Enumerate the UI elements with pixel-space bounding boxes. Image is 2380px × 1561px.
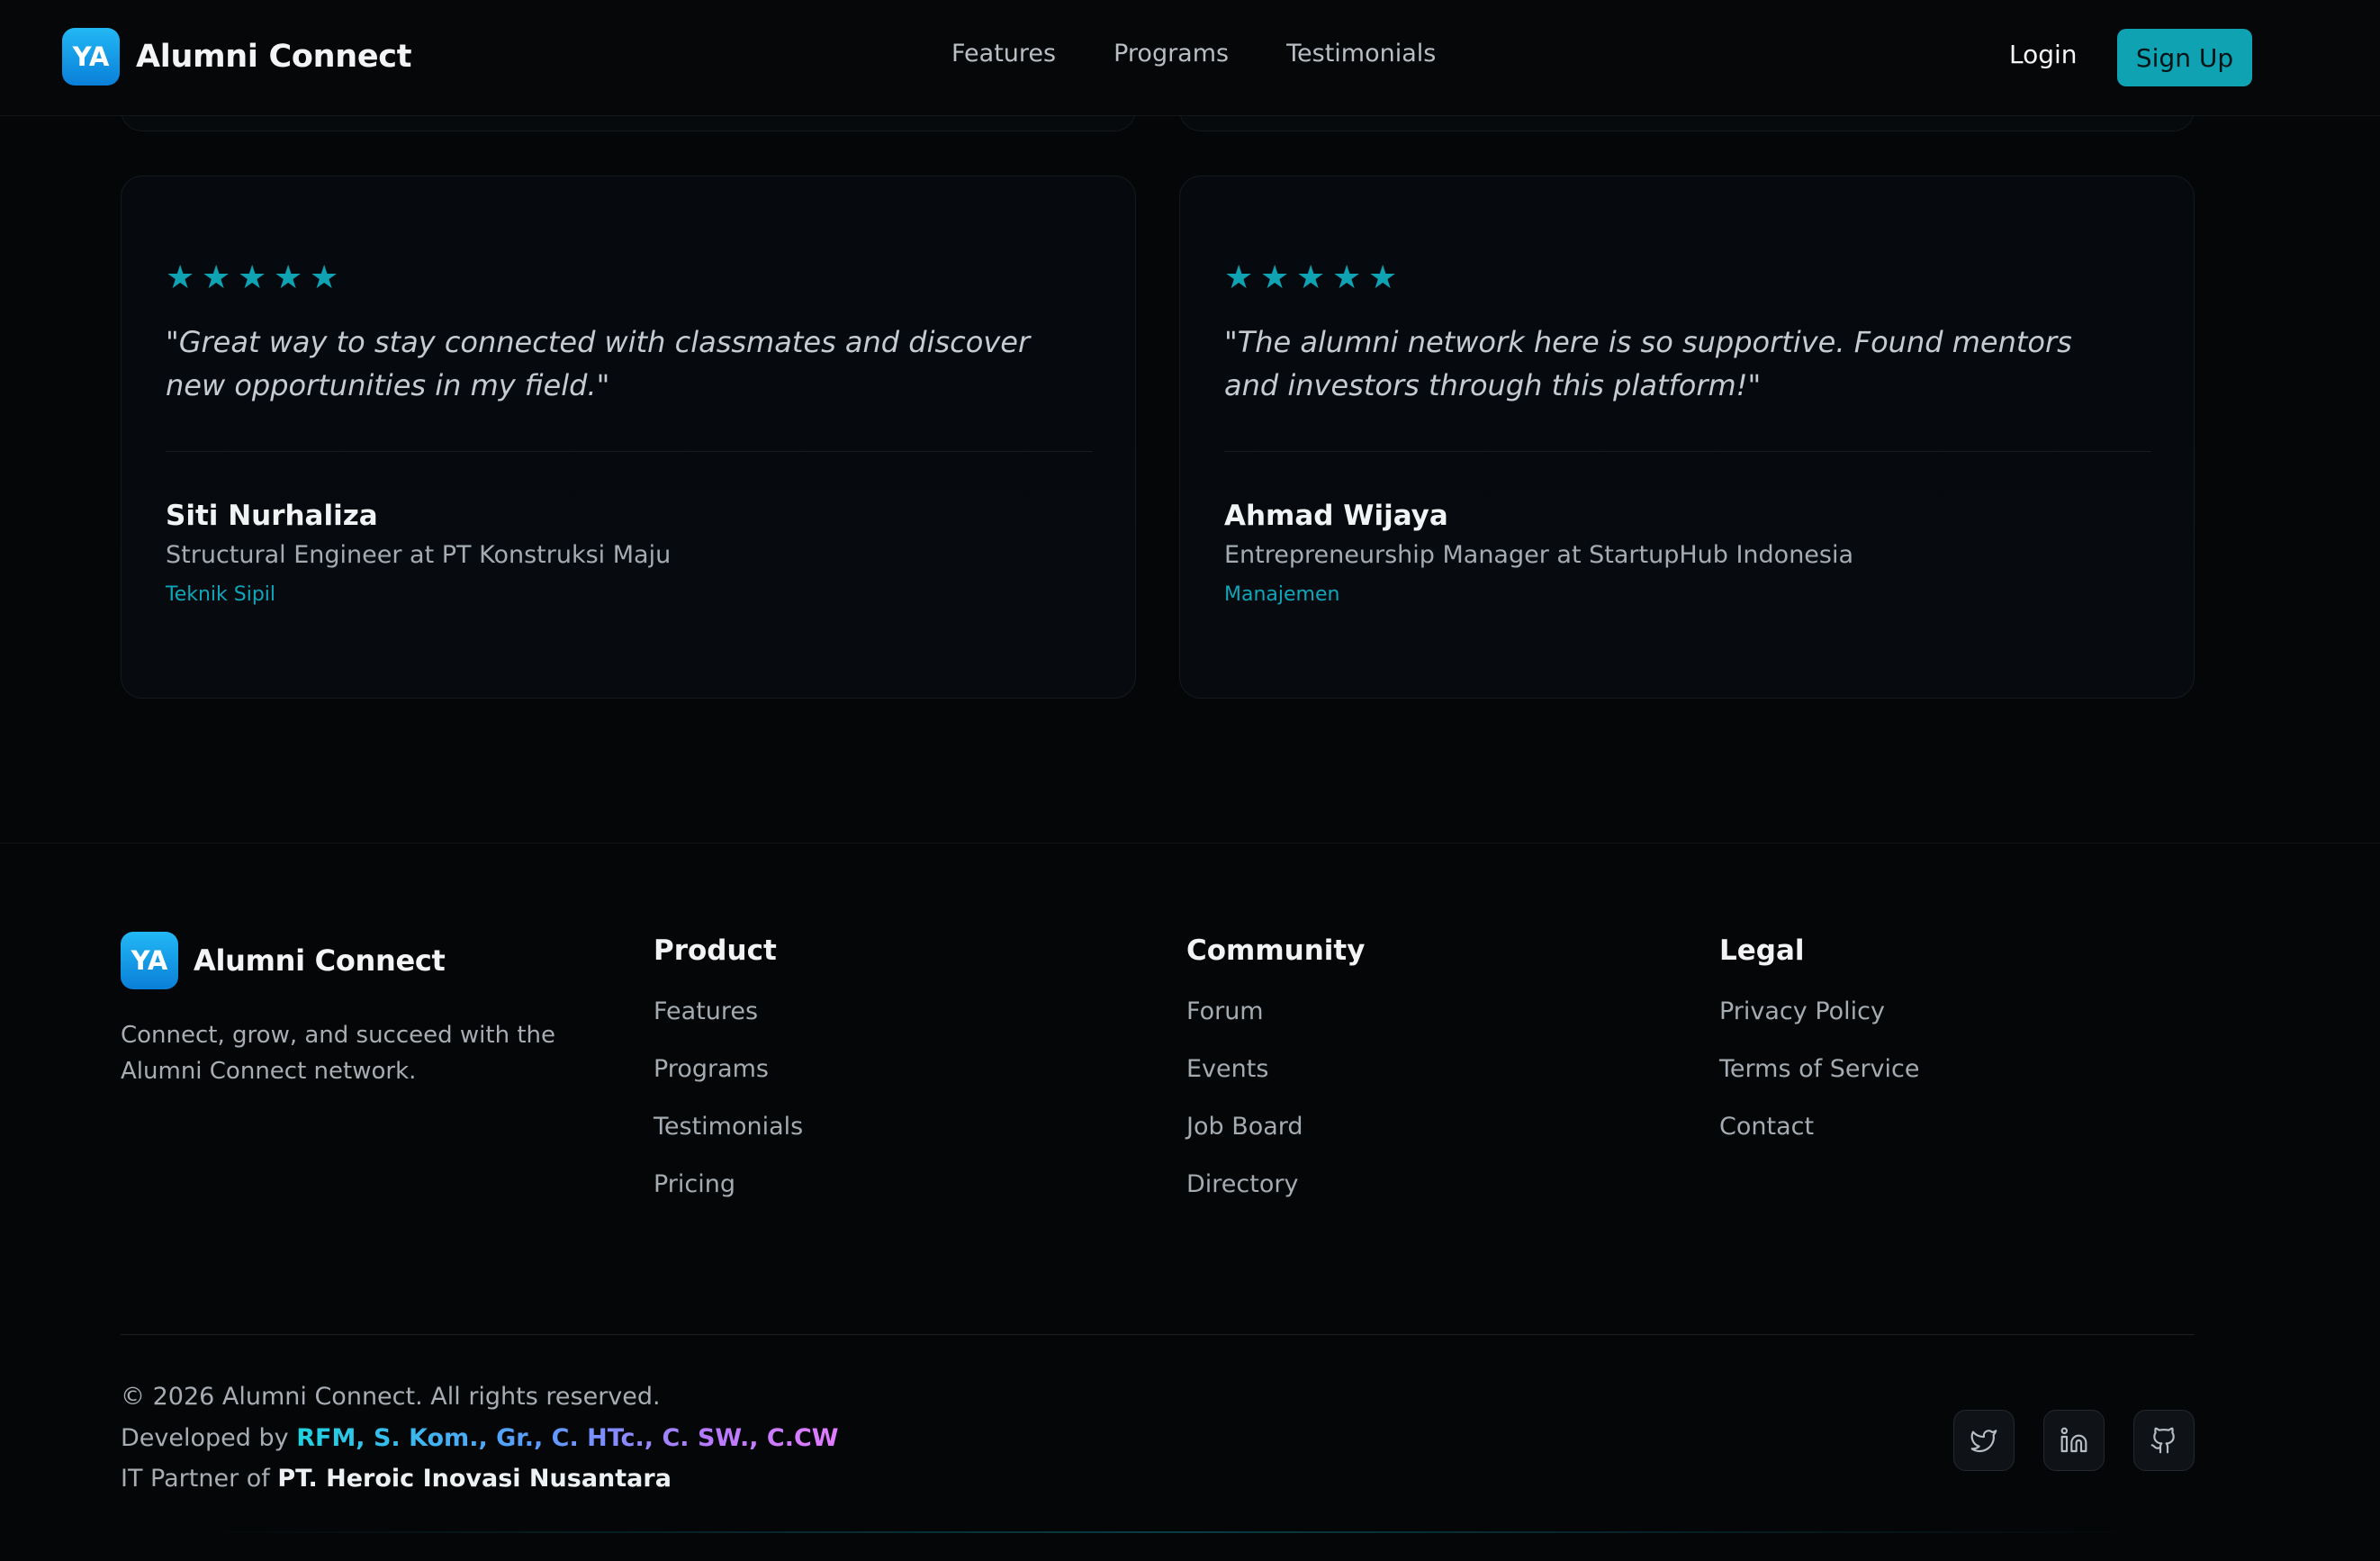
developed-by-prefix: Developed by xyxy=(121,1424,289,1452)
footer-link-forum[interactable]: Forum xyxy=(1186,997,1365,1055)
star-icon: ★ xyxy=(1224,259,1254,296)
footer-link-job-board[interactable]: Job Board xyxy=(1186,1113,1365,1170)
testimonial-quote: "Great way to stay connected with classm… xyxy=(166,325,1031,402)
it-partner-text: IT Partner of PT. Heroic Inovasi Nusanta… xyxy=(121,1465,672,1493)
footer-link-privacy-policy[interactable]: Privacy Policy xyxy=(1719,997,1920,1055)
brand-name: Alumni Connect xyxy=(136,39,412,75)
footer-tagline: Connect, grow, and succeed with the Alum… xyxy=(121,1022,556,1085)
linkedin-icon xyxy=(2060,1427,2087,1453)
footer-link-contact[interactable]: Contact xyxy=(1719,1113,1920,1170)
logo-badge: YA xyxy=(62,28,120,86)
signup-button[interactable]: Sign Up xyxy=(2117,29,2252,86)
testimonial-author-department: Teknik Sipil xyxy=(166,583,276,606)
linkedin-button[interactable] xyxy=(2043,1410,2105,1471)
footer-link-events[interactable]: Events xyxy=(1186,1055,1365,1113)
footer-brand-name: Alumni Connect xyxy=(194,943,446,978)
testimonial-author-name: Siti Nurhaliza xyxy=(166,500,378,532)
star-icon: ★ xyxy=(166,259,195,296)
star-icon: ★ xyxy=(1368,259,1398,296)
star-icon: ★ xyxy=(310,259,339,296)
developer-name: RFM, S. Kom., Gr., C. HTc., C. SW., C.CW xyxy=(296,1424,839,1452)
top-navbar: YA Alumni Connect Features Programs Test… xyxy=(0,0,2380,116)
divider xyxy=(166,451,1093,452)
footer-divider xyxy=(0,843,2380,844)
testimonial-author-department: Manajemen xyxy=(1224,583,1340,606)
star-rating: ★ ★ ★ ★ ★ xyxy=(166,262,346,294)
social-links xyxy=(1953,1410,2223,1471)
star-rating: ★ ★ ★ ★ ★ xyxy=(1224,262,1404,294)
nav-programs-link[interactable]: Programs xyxy=(1113,40,1229,68)
footer-link-features[interactable]: Features xyxy=(654,997,803,1055)
testimonial-author-role: Structural Engineer at PT Konstruksi Maj… xyxy=(166,541,672,569)
testimonial-card: ★ ★ ★ ★ ★ "Great way to stay connected w… xyxy=(121,176,1136,699)
nav-features-link[interactable]: Features xyxy=(951,40,1056,68)
footer-link-testimonials[interactable]: Testimonials xyxy=(654,1113,803,1170)
twitter-button[interactable] xyxy=(1953,1410,2015,1471)
footer-column-title: Legal xyxy=(1719,934,1805,967)
star-icon: ★ xyxy=(238,259,267,296)
footer-link-programs[interactable]: Programs xyxy=(654,1055,803,1113)
divider xyxy=(1224,451,2151,452)
testimonial-author-role: Entrepreneurship Manager at StartupHub I… xyxy=(1224,541,1854,569)
logo-badge: YA xyxy=(121,932,178,989)
footer-column-title: Product xyxy=(654,934,777,967)
footer-link-terms-of-service[interactable]: Terms of Service xyxy=(1719,1055,1920,1113)
brand-logo-link[interactable]: YA Alumni Connect xyxy=(62,28,411,86)
bottom-accent-line xyxy=(180,1531,2160,1533)
footer-column-title: Community xyxy=(1186,934,1366,967)
footer-column-legal: Legal Privacy Policy Terms of Service Co… xyxy=(1719,934,1920,1170)
github-button[interactable] xyxy=(2133,1410,2195,1471)
star-icon: ★ xyxy=(1332,259,1362,296)
main-nav: Features Programs Testimonials xyxy=(951,40,1493,68)
star-icon: ★ xyxy=(1296,259,1326,296)
login-button[interactable]: Login xyxy=(2009,40,2078,69)
footer-link-directory[interactable]: Directory xyxy=(1186,1170,1365,1228)
footer-column-community: Community Forum Events Job Board Directo… xyxy=(1186,934,1365,1228)
footer-bottom-divider xyxy=(121,1334,2195,1335)
testimonial-quote: "The alumni network here is so supportiv… xyxy=(1224,325,2072,402)
nav-testimonials-link[interactable]: Testimonials xyxy=(1286,40,1436,68)
star-icon: ★ xyxy=(274,259,303,296)
footer-column-product: Product Features Programs Testimonials P… xyxy=(654,934,803,1228)
twitter-icon xyxy=(1970,1430,1997,1453)
testimonial-author-name: Ahmad Wijaya xyxy=(1224,500,1448,532)
partner-prefix: IT Partner of xyxy=(121,1465,270,1493)
footer-link-pricing[interactable]: Pricing xyxy=(654,1170,803,1228)
partner-name: PT. Heroic Inovasi Nusantara xyxy=(277,1465,672,1493)
testimonial-card: ★ ★ ★ ★ ★ "The alumni network here is so… xyxy=(1179,176,2195,699)
copyright-text: © 2026 Alumni Connect. All rights reserv… xyxy=(121,1383,661,1411)
star-icon: ★ xyxy=(202,259,231,296)
github-icon xyxy=(2150,1427,2175,1454)
footer-brand[interactable]: YA Alumni Connect xyxy=(121,932,446,989)
developed-by-text: Developed by RFM, S. Kom., Gr., C. HTc.,… xyxy=(121,1424,839,1452)
star-icon: ★ xyxy=(1260,259,1290,296)
